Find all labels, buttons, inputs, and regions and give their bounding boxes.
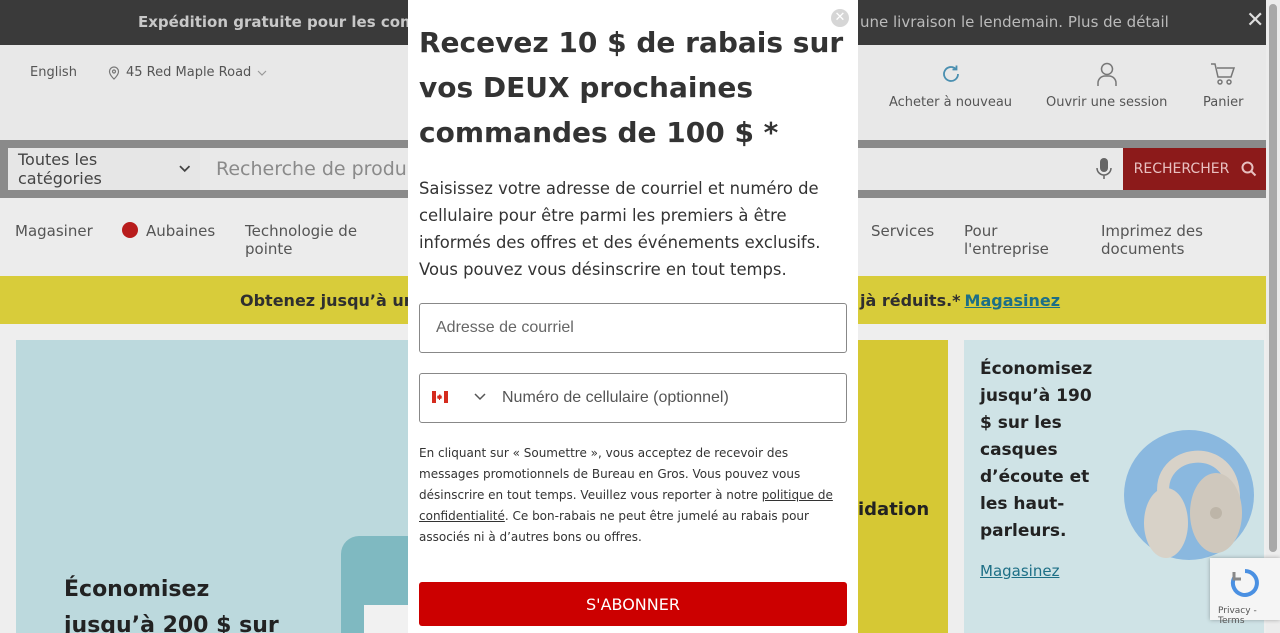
promo-card-2[interactable]: idation xyxy=(858,340,948,633)
canada-flag-icon xyxy=(432,391,448,403)
nav-item-services[interactable]: Services xyxy=(871,222,934,240)
store-address-selector[interactable]: 45 Red Maple Road xyxy=(108,65,267,80)
microphone-icon[interactable] xyxy=(1096,157,1112,181)
reorder-label: Acheter à nouveau xyxy=(889,95,1013,110)
search-button[interactable]: RECHERCHER xyxy=(1123,148,1268,190)
user-icon xyxy=(1096,62,1117,86)
promo-shop-link[interactable]: Magasinez xyxy=(965,291,1061,310)
category-select[interactable]: Toutes les catégories xyxy=(8,148,200,190)
recaptcha-badge[interactable]: Privacy - Terms xyxy=(1210,558,1280,626)
phone-input[interactable]: Numéro de cellulaire (optionnel) xyxy=(502,389,729,407)
promo-banner-suffix: jà réduits.* xyxy=(860,291,961,310)
signup-modal: ✕ Recevez 10 $ de rabais sur vos DEUX pr… xyxy=(408,0,858,633)
legal-text: En cliquant sur « Soumettre », vous acce… xyxy=(419,443,849,548)
search-icon xyxy=(1241,161,1257,177)
nav-item-technology[interactable]: Technologie de pointe xyxy=(245,222,370,258)
chevron-down-icon xyxy=(257,70,267,76)
country-selector[interactable] xyxy=(432,391,486,403)
refresh-icon xyxy=(942,65,959,82)
promo-card-3-title: Économisez jusqu’à 190 $ sur les casques… xyxy=(980,359,1093,541)
top-promo-text-right[interactable]: une livraison le lendemain. Plus de déta… xyxy=(860,13,1169,31)
nav-item-deals-label: Aubaines xyxy=(146,222,216,240)
cart-button[interactable]: Panier xyxy=(1203,59,1243,110)
chevron-down-icon xyxy=(474,393,486,401)
close-icon[interactable]: ✕ xyxy=(1246,10,1264,32)
promo-card-3-link[interactable]: Magasinez xyxy=(980,562,1059,580)
promo-card-1[interactable]: Économisez jusqu’à 200 $ sur xyxy=(16,340,421,633)
promo-card-2-text: idation xyxy=(858,499,930,520)
nav-item-shop[interactable]: Magasiner xyxy=(15,222,93,240)
reorder-button[interactable]: Acheter à nouveau xyxy=(889,59,1012,110)
subscribe-button[interactable]: S'ABONNER xyxy=(419,582,847,626)
promo-banner-text-right: jà réduits.* Magasinez xyxy=(860,291,1060,310)
promo-card-1-title: Économisez jusqu’à 200 $ sur xyxy=(64,577,279,633)
modal-title: Recevez 10 $ de rabais sur vos DEUX proc… xyxy=(419,26,844,149)
cart-icon xyxy=(1211,63,1236,85)
signin-button[interactable]: Ouvrir une session xyxy=(1046,59,1167,110)
nav-item-business[interactable]: Pour l'entreprise xyxy=(964,222,1074,258)
location-pin-icon xyxy=(108,65,120,80)
email-field[interactable]: Adresse de courriel xyxy=(419,303,847,353)
recaptcha-icon xyxy=(1230,569,1259,597)
top-promo-text: Expédition gratuite pour les comman xyxy=(138,13,453,31)
category-select-value: Toutes les catégories xyxy=(18,150,102,188)
modal-description: Saisissez votre adresse de courriel et n… xyxy=(419,179,821,279)
cart-label: Panier xyxy=(1203,95,1244,110)
deals-dot-icon xyxy=(122,222,138,238)
recaptcha-label: Privacy - Terms xyxy=(1218,606,1257,626)
signin-label: Ouvrir une session xyxy=(1046,95,1168,110)
headphones-icon xyxy=(1144,450,1242,558)
language-toggle[interactable]: English xyxy=(30,65,77,80)
nav-item-print[interactable]: Imprimez des documents xyxy=(1101,222,1231,258)
nav-item-deals[interactable]: Aubaines xyxy=(122,222,215,240)
legal-text-before: En cliquant sur « Soumettre », vous acce… xyxy=(419,446,801,502)
scrollbar-thumb[interactable] xyxy=(1269,4,1277,552)
card-illustration-box xyxy=(364,605,414,633)
search-button-label: RECHERCHER xyxy=(1133,161,1230,177)
phone-field[interactable]: Numéro de cellulaire (optionnel) xyxy=(419,373,847,423)
chevron-down-icon xyxy=(178,165,190,173)
address-label: 45 Red Maple Road xyxy=(126,65,252,80)
page-scrollbar[interactable] xyxy=(1266,0,1280,633)
